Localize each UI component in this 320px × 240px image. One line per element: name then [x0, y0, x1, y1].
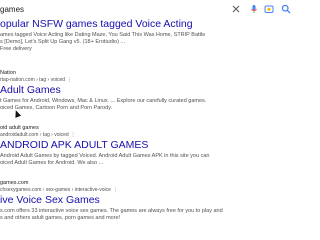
- result-url-text[interactable]: androidadult.com › tag › voiced: [0, 132, 69, 138]
- result-snippet: s and others adult games, porn games and…: [0, 215, 121, 221]
- more-options-icon[interactable]: ⋮: [113, 187, 118, 193]
- result-url-text[interactable]: chsexygames.com › sex-games › interactiv…: [0, 187, 111, 193]
- result-url[interactable]: androidadult.com › tag › voiced ⋮: [0, 132, 76, 138]
- result-title-link[interactable]: Adult Games: [0, 84, 61, 96]
- result-url[interactable]: rtap-nation.com › tag › voiced ⋮: [0, 77, 72, 83]
- result-url-text[interactable]: rtap-nation.com › tag › voiced: [0, 77, 65, 83]
- result-site-name[interactable]: Nation: [0, 70, 16, 76]
- result-snippet: ames tagged Voice Acting like Dating Maz…: [0, 32, 206, 38]
- result-title-link[interactable]: ive Voice Sex Games: [0, 194, 100, 206]
- search-icon[interactable]: [281, 4, 291, 14]
- result-url[interactable]: chsexygames.com › sex-games › interactiv…: [0, 187, 118, 193]
- result-title-link[interactable]: ANDROID APK ADULT GAMES: [0, 139, 148, 151]
- result-snippet: Android Adult Games by tagged Voiced. An…: [0, 153, 210, 159]
- result-title-link[interactable]: opular NSFW games tagged Voice Acting: [0, 18, 193, 30]
- more-options-icon[interactable]: ⋮: [67, 77, 72, 83]
- result-site-name[interactable]: games.com: [0, 180, 28, 186]
- microphone-icon[interactable]: [249, 4, 259, 14]
- result-snippet: s [Demo], Let's Split Up Gang v5. (18+ E…: [0, 39, 126, 45]
- close-icon[interactable]: [231, 4, 241, 14]
- result-snippet: t Games for Android, Windows, Mac & Linu…: [0, 98, 207, 104]
- result-snippet: Free delivery: [0, 46, 32, 52]
- camera-lens-icon[interactable]: [264, 4, 274, 14]
- search-input[interactable]: games: [0, 5, 24, 14]
- result-site-name[interactable]: oid adult games: [0, 125, 39, 131]
- result-snippet: s.com offers 33 interactive voice sex ga…: [0, 208, 223, 214]
- more-options-icon[interactable]: ⋮: [71, 132, 76, 138]
- result-snippet: oiced Adult Games for Android. We also .…: [0, 160, 104, 166]
